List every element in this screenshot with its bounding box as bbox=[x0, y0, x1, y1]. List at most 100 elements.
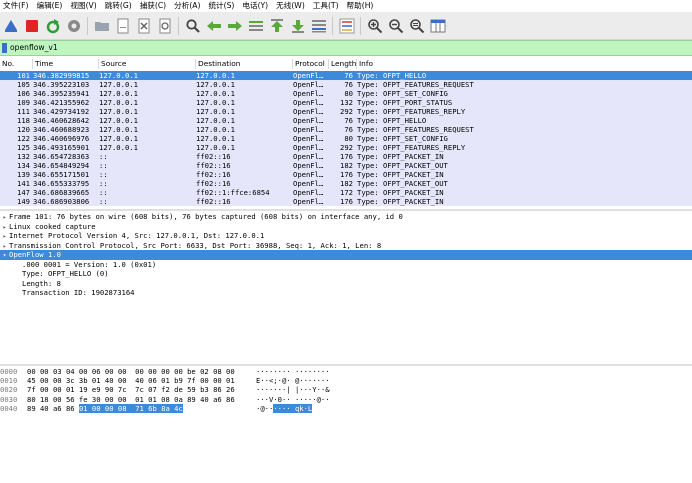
bytes-ascii[interactable]: ···V·0·· ·····@·· bbox=[256, 395, 330, 404]
packet-cell-time: 346.395223103 bbox=[33, 80, 90, 89]
col-header-length[interactable]: Length bbox=[329, 59, 357, 69]
reload-icon[interactable] bbox=[156, 17, 174, 35]
ascii-text: ·······| |···Y··& bbox=[256, 385, 330, 395]
menu-item[interactable]: 工具(T) bbox=[310, 0, 344, 12]
packet-cell-time: 346.460696976 bbox=[33, 134, 90, 143]
ascii-highlight: ···· qk·L bbox=[273, 403, 313, 413]
packet-row[interactable]: 132 346.654728363:: ff02::16 OpenFl… 176 Type… bbox=[0, 152, 692, 161]
packet-cell-info: Type: OFPT_PACKET_IN bbox=[357, 197, 444, 206]
open-folder-icon[interactable] bbox=[93, 17, 111, 35]
save-file-icon[interactable] bbox=[114, 17, 132, 35]
packet-row[interactable]: 149 346.686903806:: ff02::16 OpenFl… 176 Type… bbox=[0, 197, 692, 206]
packet-cell-len: 176 bbox=[340, 152, 353, 161]
packet-row[interactable]: 125 346.493165901 127.0.0.1 127.0.0.1 OpenFl… bbox=[0, 143, 692, 152]
colorize-icon[interactable] bbox=[338, 17, 356, 35]
detail-tree-item[interactable]: .000 0001 = Version: 1.0 (0x01) bbox=[0, 260, 692, 270]
packet-row[interactable]: 101 346.382999815 127.0.0.1 127.0.0.1 OpenFl… bbox=[0, 71, 692, 80]
packet-row[interactable]: 134 346.654849294:: ff02::16 OpenFl… 182 Type… bbox=[0, 161, 692, 170]
bytes-offset: 0030 bbox=[0, 394, 18, 404]
packet-cell-len: 182 bbox=[340, 161, 353, 170]
pane-splitter[interactable] bbox=[0, 364, 692, 366]
menu-item[interactable]: 编辑(E) bbox=[33, 0, 67, 12]
bytes-hex[interactable]: 7f 00 00 01 19 e9 90 7c 7c 07 f2 de 59 b… bbox=[27, 385, 235, 394]
detail-tree-item[interactable]: ▸ Internet Protocol Version 4, Src: 127.0… bbox=[0, 231, 692, 241]
zoom-in-icon[interactable] bbox=[366, 17, 384, 35]
bytes-hex[interactable]: 00 00 03 04 00 06 00 00 00 00 00 00 be 0… bbox=[27, 367, 235, 376]
find-icon[interactable] bbox=[184, 17, 202, 35]
packet-cell-proto: OpenFl… bbox=[293, 188, 324, 197]
options-gear-icon[interactable] bbox=[65, 17, 83, 35]
packet-row[interactable]: 111 346.429734192 127.0.0.1 127.0.0.1 OpenFl… bbox=[0, 107, 692, 116]
back-arrow-icon[interactable] bbox=[205, 17, 223, 35]
packet-cell-proto: OpenFl… bbox=[293, 197, 324, 206]
packet-row[interactable]: 122 346.460696976 127.0.0.1 127.0.0.1 OpenFl… bbox=[0, 134, 692, 143]
col-header-info[interactable]: Info bbox=[357, 59, 692, 69]
packet-row[interactable]: 109 346.421355962 127.0.0.1 127.0.0.1 OpenFl… bbox=[0, 98, 692, 107]
menu-item[interactable]: 文件(F) bbox=[0, 0, 33, 12]
packet-cell-len: 76 bbox=[344, 116, 353, 125]
bytes-offset: 0010 bbox=[0, 376, 18, 386]
packet-row[interactable]: 147 346.686839665:: ff02::1:ffce:6854 OpenF… bbox=[0, 188, 692, 197]
detail-tree-item[interactable]: ▾ OpenFlow 1.0 bbox=[0, 250, 692, 260]
detail-tree-item[interactable]: Length: 8 bbox=[0, 279, 692, 289]
packet-cell-info: Type: OFPT_SET_CONFIG bbox=[357, 89, 448, 98]
col-header-time[interactable]: Time bbox=[33, 59, 99, 69]
packet-cell-src: :: bbox=[99, 179, 108, 188]
detail-tree-item[interactable]: Transaction ID: 1902873164 bbox=[0, 288, 692, 298]
stop-icon[interactable] bbox=[23, 17, 41, 35]
zoom-out-icon[interactable] bbox=[387, 17, 405, 35]
goto-packet-icon[interactable] bbox=[247, 17, 265, 35]
bytes-row: 0010 45 00 00 3c 3b 01 40 00 40 06 01 b9 … bbox=[0, 376, 692, 385]
packet-cell-info: Type: OFPT_PACKET_OUT bbox=[357, 179, 448, 188]
packet-row[interactable]: 105 346.395223103 127.0.0.1 127.0.0.1 OpenFl… bbox=[0, 80, 692, 89]
close-file-icon[interactable] bbox=[135, 17, 153, 35]
first-packet-icon[interactable] bbox=[268, 17, 286, 35]
col-header-source[interactable]: Source bbox=[99, 59, 196, 69]
shark-fin-icon[interactable] bbox=[2, 17, 20, 35]
bytes-hex[interactable]: 45 00 00 3c 3b 01 40 00 40 06 01 b9 7f 0… bbox=[27, 376, 235, 385]
autoscroll-icon[interactable] bbox=[310, 17, 328, 35]
bytes-ascii[interactable]: ········ ········ bbox=[256, 367, 330, 376]
bytes-offset: 0040 bbox=[0, 403, 18, 413]
bytes-ascii[interactable]: ·······| |···Y··& bbox=[256, 385, 330, 394]
packet-row[interactable]: 141 346.655333795:: ff02::16 OpenFl… 182 Type… bbox=[0, 179, 692, 188]
packet-rows: 101 346.382999815 127.0.0.1 127.0.0.1 OpenFl… bbox=[0, 71, 692, 206]
packet-cell-info: Type: OFPT_HELLO bbox=[357, 116, 427, 125]
col-header-destination[interactable]: Destination bbox=[196, 59, 293, 69]
packet-row[interactable]: 118 346.460628642 127.0.0.1 127.0.0.1 OpenFl… bbox=[0, 116, 692, 125]
packet-cell-proto: OpenFl… bbox=[293, 161, 324, 170]
detail-tree-item[interactable]: ▸ Transmission Control Protocol, Src Port… bbox=[0, 241, 692, 251]
menu-item[interactable]: 视图(V) bbox=[67, 0, 101, 12]
col-header-protocol[interactable]: Protocol bbox=[293, 59, 329, 69]
detail-tree-item[interactable]: ▸ Linux cooked capture bbox=[0, 222, 692, 232]
detail-text: Frame 101: 76 bytes on wire (608 bits), … bbox=[9, 212, 403, 221]
detail-tree-item[interactable]: Type: OFPT_HELLO (0) bbox=[0, 269, 692, 279]
packet-row[interactable]: 139 346.655171501:: ff02::16 OpenFl… 176 Type… bbox=[0, 170, 692, 179]
menu-item[interactable]: 统计(S) bbox=[205, 0, 239, 12]
packet-cell-src: :: bbox=[99, 161, 108, 170]
menu-item[interactable]: 分析(A) bbox=[171, 0, 205, 12]
last-packet-icon[interactable] bbox=[289, 17, 307, 35]
bytes-hex[interactable]: 89 40 a6 86 01 00 00 08 71 6b 8a 4c bbox=[27, 403, 183, 413]
menu-item[interactable]: 捕获(C) bbox=[137, 0, 171, 12]
menu-item[interactable]: 跳转(G) bbox=[102, 0, 137, 12]
filter-bookmark-icon[interactable] bbox=[2, 43, 7, 53]
restart-icon[interactable] bbox=[44, 17, 62, 35]
bytes-hex[interactable]: 80 18 00 56 fe 30 00 00 01 01 08 0a 89 4… bbox=[27, 395, 235, 404]
col-header-no[interactable]: No. bbox=[0, 59, 33, 69]
menu-item[interactable]: 无线(W) bbox=[273, 0, 310, 12]
forward-arrow-icon[interactable] bbox=[226, 17, 244, 35]
packet-row[interactable]: 106 346.395235941 127.0.0.1 127.0.0.1 OpenFl… bbox=[0, 89, 692, 98]
zoom-reset-icon[interactable] bbox=[408, 17, 426, 35]
packet-cell-info: Type: OFPT_FEATURES_REPLY bbox=[357, 143, 466, 152]
detail-tree-item[interactable]: ▸ Frame 101: 76 bytes on wire (608 bits),… bbox=[0, 212, 692, 222]
bytes-ascii[interactable]: E··<;·@· @······· bbox=[256, 376, 330, 385]
resize-columns-icon[interactable] bbox=[429, 17, 447, 35]
pane-splitter[interactable] bbox=[0, 209, 692, 211]
menu-item[interactable]: 电话(Y) bbox=[239, 0, 273, 12]
bytes-ascii[interactable]: ·@······ qk·L bbox=[256, 403, 313, 413]
packet-row[interactable]: 120 346.460688923 127.0.0.1 127.0.0.1 OpenFl… bbox=[0, 125, 692, 134]
display-filter-input[interactable]: openflow_v1 bbox=[10, 41, 58, 55]
packet-cell-len: 292 bbox=[340, 107, 353, 116]
menu-item[interactable]: 帮助(H) bbox=[344, 0, 379, 12]
